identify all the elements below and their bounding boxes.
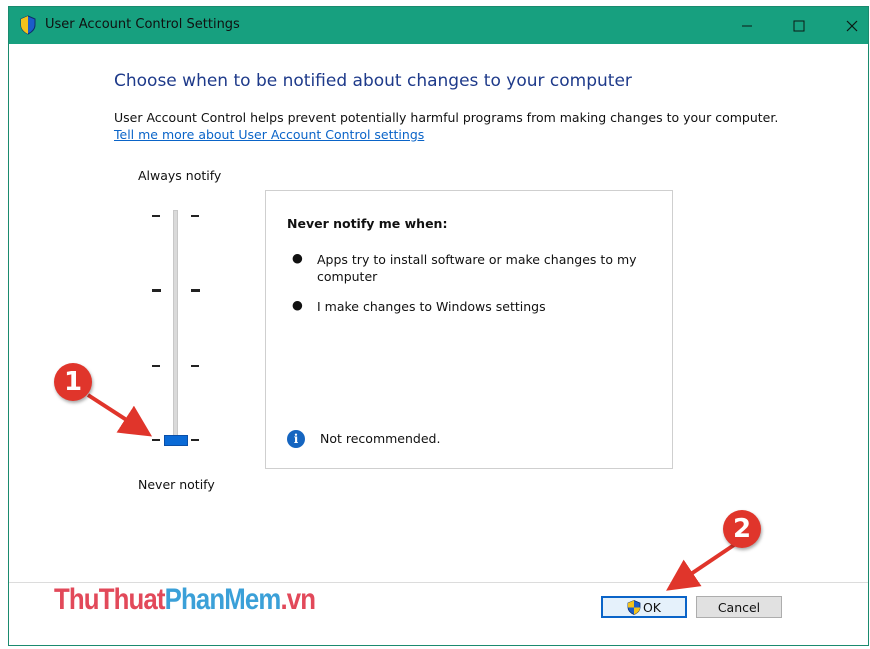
minimize-icon [742,25,752,26]
uac-shield-icon [627,599,641,615]
close-icon [846,20,858,31]
slider-tick [191,289,200,292]
notify-slider-track[interactable] [173,210,178,442]
step-badge: 2 [723,510,761,548]
slider-tick [191,439,199,441]
watermark-part: PhanMem [164,583,282,616]
window-title: User Account Control Settings [45,17,240,32]
slider-tick [152,365,160,367]
slider-tick [152,439,160,441]
description-text: User Account Control helps prevent poten… [114,110,779,125]
bullet-icon: ● [292,297,303,312]
maximize-button[interactable] [776,7,822,44]
maximize-icon [793,20,805,31]
slider-tick [191,365,199,367]
learn-more-link[interactable]: Tell me more about User Account Control … [114,127,424,142]
step-badge: 1 [54,363,92,401]
slider-top-label: Always notify [138,168,222,183]
warning-note: Not recommended. [320,431,441,446]
bullet-text: I make changes to Windows settings [317,299,546,314]
ok-button[interactable]: OK [601,596,687,618]
ok-button-label: OK [642,599,662,615]
slider-bottom-label: Never notify [138,477,215,492]
bullet-text: Apps try to install software or make cha… [317,252,637,284]
watermark-logo: ThuThuatPhanMem.vn [54,583,316,617]
minimize-button[interactable] [724,7,770,44]
setting-description-panel: Never notify me when: ● Apps try to inst… [265,190,673,469]
title-bar[interactable]: User Account Control Settings [9,7,868,44]
watermark-part: ThuThuat [54,583,165,616]
slider-tick [152,215,160,217]
uac-shield-icon [20,15,36,35]
page-heading: Choose when to be notified about changes… [114,71,632,91]
cancel-button[interactable]: Cancel [696,596,782,618]
bullet-icon: ● [292,250,303,265]
cancel-button-label: Cancel [717,599,761,615]
panel-title: Never notify me when: [287,216,448,231]
notify-slider-thumb[interactable] [164,435,188,446]
uac-settings-window: User Account Control Settings Choose whe… [8,6,869,646]
watermark-part: .vn [280,583,316,616]
info-icon: i [287,430,305,448]
close-button[interactable] [829,7,870,44]
slider-tick [191,215,199,217]
slider-tick [152,289,161,292]
